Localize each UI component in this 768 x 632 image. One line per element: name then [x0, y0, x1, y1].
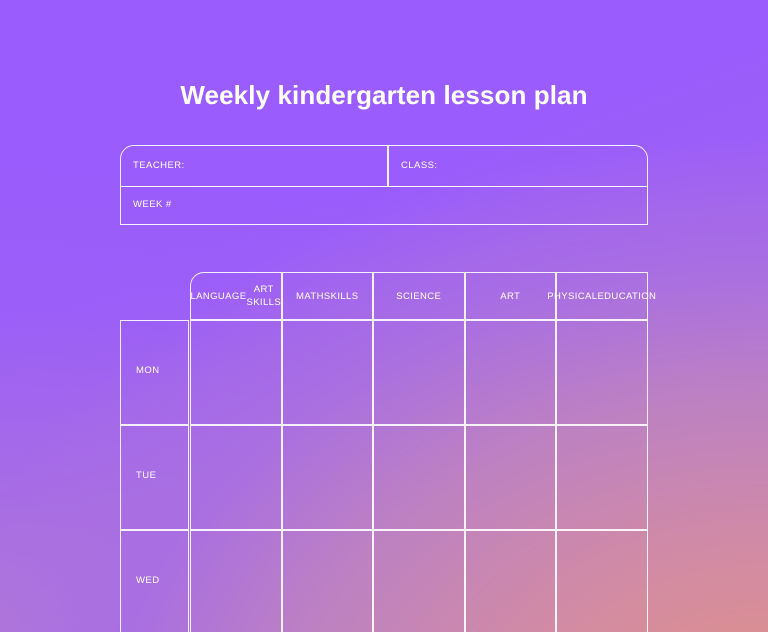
- schedule-cell[interactable]: [556, 425, 648, 530]
- schedule-cell[interactable]: [190, 530, 282, 632]
- schedule-cell[interactable]: [281, 425, 373, 530]
- schedule-cell[interactable]: [373, 320, 465, 425]
- lesson-plan-page: Weekly kindergarten lesson plan TEACHER:…: [0, 0, 768, 632]
- column-header-line: PHYSICAL: [547, 290, 598, 302]
- column-header-line: LANGUAGE: [190, 290, 247, 302]
- schedule-cell[interactable]: [464, 320, 556, 425]
- day-label: MON: [136, 365, 160, 376]
- schedule-cell[interactable]: [281, 530, 373, 632]
- day-cell-tue: TUE: [120, 425, 189, 530]
- schedule-cell[interactable]: [556, 320, 648, 425]
- info-box: TEACHER: CLASS: WEEK #: [120, 145, 648, 225]
- schedule-cell[interactable]: [190, 320, 282, 425]
- class-field[interactable]: CLASS:: [388, 145, 648, 187]
- schedule-cell[interactable]: [464, 425, 556, 530]
- schedule-cell[interactable]: [556, 530, 648, 632]
- column-header-2: MATH SKILLS: [281, 272, 373, 320]
- schedule-cell[interactable]: [464, 530, 556, 632]
- column-header-3: SCIENCE: [373, 272, 465, 320]
- column-header-line: EDUCATION: [597, 290, 657, 302]
- column-header-line: SKILLS: [323, 290, 359, 302]
- column-header-1: LANGUAGE ART SKILLS: [190, 272, 282, 320]
- teacher-field[interactable]: TEACHER:: [120, 145, 388, 187]
- schedule-cell[interactable]: [190, 425, 282, 530]
- day-cell-mon: MON: [120, 320, 189, 425]
- column-header-line: ART: [500, 290, 521, 302]
- day-cell-wed: WED: [120, 530, 189, 632]
- class-label: CLASS:: [401, 159, 438, 171]
- day-label: WED: [136, 575, 160, 586]
- teacher-label: TEACHER:: [133, 159, 185, 171]
- schedule-cell[interactable]: [373, 425, 465, 530]
- week-label: WEEK #: [133, 199, 172, 210]
- schedule-cell[interactable]: [373, 530, 465, 632]
- day-label: TUE: [136, 470, 157, 481]
- column-header-5: PHYSICAL EDUCATION: [547, 272, 656, 320]
- schedule-table: LANGUAGE ART SKILLS MATH SKILLS SCIENCE ART PH…: [120, 272, 656, 632]
- column-header-line: MATH: [296, 290, 324, 302]
- week-field[interactable]: WEEK #: [120, 186, 648, 225]
- column-header-line: ART SKILLS: [246, 284, 282, 308]
- column-header-4: ART: [464, 272, 556, 320]
- page-title: Weekly kindergarten lesson plan: [180, 80, 588, 110]
- column-header-line: SCIENCE: [396, 290, 442, 302]
- schedule-cell[interactable]: [281, 320, 373, 425]
